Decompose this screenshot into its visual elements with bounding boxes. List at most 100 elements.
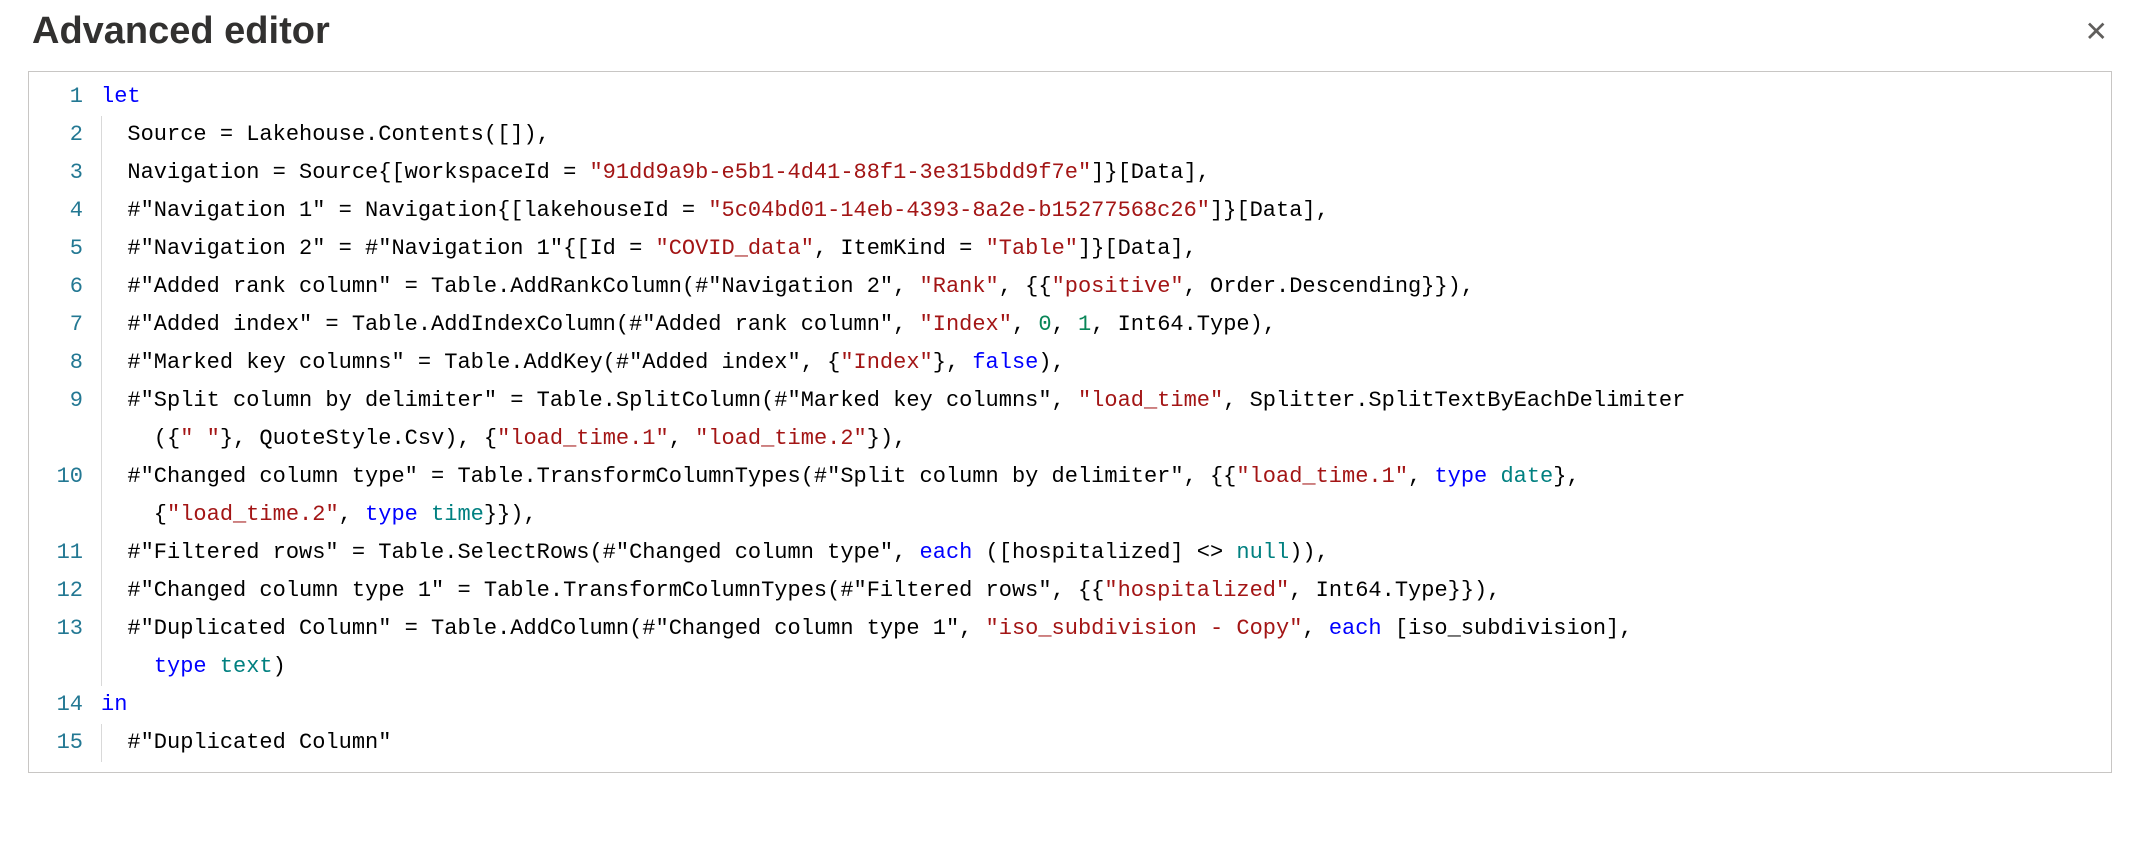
string-literal: "load_time"	[1078, 388, 1223, 413]
code-line[interactable]: let	[101, 78, 2101, 116]
string-literal: "Table"	[986, 236, 1078, 261]
string-literal: "5c04bd01-14eb-4393-8a2e-b15277568c26"	[708, 198, 1210, 223]
code-text: #"Duplicated Column" = Table.AddColumn(#…	[101, 616, 986, 641]
line-number: 2	[41, 116, 83, 154]
code-line[interactable]: #"Marked key columns" = Table.AddKey(#"A…	[101, 344, 2101, 382]
code-text: #"Duplicated Column"	[101, 730, 391, 755]
code-line[interactable]: #"Navigation 2" = #"Navigation 1"{[Id = …	[101, 230, 2101, 268]
line-number: 4	[41, 192, 83, 230]
code-text: #"Filtered rows" = Table.SelectRows(#"Ch…	[101, 540, 920, 565]
number-literal: 0	[1038, 312, 1051, 337]
code-text: )),	[1289, 540, 1329, 565]
code-text: #"Added index" = Table.AddIndexColumn(#"…	[101, 312, 920, 337]
keyword-each: each	[920, 540, 973, 565]
code-line-wrap[interactable]: type text)	[101, 648, 2101, 686]
code-line-wrap[interactable]: {"load_time.2", type time}}),	[101, 496, 2101, 534]
code-line[interactable]: Navigation = Source{[workspaceId = "91dd…	[101, 154, 2101, 192]
code-line[interactable]: #"Navigation 1" = Navigation{[lakehouseI…	[101, 192, 2101, 230]
code-content[interactable]: let Source = Lakehouse.Contents([]), Nav…	[101, 78, 2111, 762]
code-text: ]}[Data],	[1078, 236, 1197, 261]
line-number: 12	[41, 572, 83, 610]
code-text	[207, 654, 220, 679]
line-number: 10	[41, 458, 83, 496]
code-text: , ItemKind =	[814, 236, 986, 261]
line-number: 5	[41, 230, 83, 268]
type-keyword: date	[1500, 464, 1553, 489]
keyword-let: let	[101, 84, 141, 109]
code-text: ,	[1012, 312, 1038, 337]
string-literal: "Index"	[920, 312, 1012, 337]
header-bar: Advanced editor ✕	[0, 0, 2140, 71]
code-text: , Splitter.SplitTextByEachDelimiter	[1223, 388, 1685, 413]
code-text	[101, 654, 154, 679]
line-number: 6	[41, 268, 83, 306]
line-number: 15	[41, 724, 83, 762]
close-icon[interactable]: ✕	[2071, 14, 2108, 50]
code-line[interactable]: in	[101, 686, 2101, 724]
code-text: #"Changed column type" = Table.Transform…	[101, 464, 1236, 489]
string-literal: "load_time.2"	[695, 426, 867, 451]
code-text: #"Marked key columns" = Table.AddKey(#"A…	[101, 350, 840, 375]
code-text	[418, 502, 431, 527]
line-number-gutter: 1 2 3 4 5 6 7 8 9 10 11 12 13 14 15	[29, 78, 101, 762]
line-number	[41, 420, 83, 458]
code-line[interactable]: #"Split column by delimiter" = Table.Spl…	[101, 382, 2101, 420]
string-literal: "hospitalized"	[1104, 578, 1289, 603]
string-literal: "positive"	[1052, 274, 1184, 299]
keyword-in: in	[101, 692, 127, 717]
code-text: },	[1553, 464, 1593, 489]
code-line[interactable]: #"Duplicated Column"	[101, 724, 2101, 762]
code-text: ({	[101, 426, 180, 451]
line-number: 9	[41, 382, 83, 420]
code-text: , Order.Descending}}),	[1184, 274, 1474, 299]
code-text: #"Split column by delimiter" = Table.Spl…	[101, 388, 1078, 413]
code-text: ,	[1052, 312, 1078, 337]
code-line[interactable]: #"Added rank column" = Table.AddRankColu…	[101, 268, 2101, 306]
code-text: ([hospitalized] <>	[972, 540, 1236, 565]
code-text: },	[933, 350, 973, 375]
code-text: , Int64.Type}}),	[1289, 578, 1500, 603]
code-text: #"Navigation 2" = #"Navigation 1"{[Id =	[101, 236, 656, 261]
code-line[interactable]: #"Filtered rows" = Table.SelectRows(#"Ch…	[101, 534, 2101, 572]
code-text: [iso_subdivision],	[1382, 616, 1646, 641]
code-text: , Int64.Type),	[1091, 312, 1276, 337]
string-literal: "load_time.1"	[1236, 464, 1408, 489]
code-line[interactable]: Source = Lakehouse.Contents([]),	[101, 116, 2101, 154]
code-line[interactable]: #"Duplicated Column" = Table.AddColumn(#…	[101, 610, 2101, 648]
string-literal: "91dd9a9b-e5b1-4d41-88f1-3e315bdd9f7e"	[589, 160, 1091, 185]
code-line[interactable]: #"Changed column type 1" = Table.Transfo…	[101, 572, 2101, 610]
code-line[interactable]: #"Added index" = Table.AddIndexColumn(#"…	[101, 306, 2101, 344]
line-number: 7	[41, 306, 83, 344]
code-text: )	[273, 654, 286, 679]
number-literal: 1	[1078, 312, 1091, 337]
line-number: 8	[41, 344, 83, 382]
keyword-null: null	[1236, 540, 1289, 565]
code-text: Source = Lakehouse.Contents([]),	[101, 122, 550, 147]
code-text: ]}[Data],	[1091, 160, 1210, 185]
string-literal: "COVID_data"	[656, 236, 814, 261]
line-number: 11	[41, 534, 83, 572]
code-text: }}),	[484, 502, 537, 527]
type-keyword: time	[431, 502, 484, 527]
code-editor[interactable]: 1 2 3 4 5 6 7 8 9 10 11 12 13 14 15 let …	[28, 71, 2112, 773]
code-text: ,	[1302, 616, 1328, 641]
code-line-wrap[interactable]: ({" "}, QuoteStyle.Csv), {"load_time.1",…	[101, 420, 2101, 458]
code-text: }, QuoteStyle.Csv), {	[220, 426, 497, 451]
code-text: ,	[669, 426, 695, 451]
keyword-type: type	[154, 654, 207, 679]
code-text: {	[101, 502, 167, 527]
string-literal: "Rank"	[920, 274, 999, 299]
string-literal: " "	[180, 426, 220, 451]
code-text: ),	[1038, 350, 1064, 375]
line-number: 13	[41, 610, 83, 648]
line-number: 1	[41, 78, 83, 116]
code-text: Navigation = Source{[workspaceId =	[101, 160, 589, 185]
string-literal: "load_time.1"	[497, 426, 669, 451]
code-text: }),	[867, 426, 907, 451]
string-literal: "Index"	[840, 350, 932, 375]
code-text: ]}[Data],	[1210, 198, 1329, 223]
type-keyword: text	[220, 654, 273, 679]
code-line[interactable]: #"Changed column type" = Table.Transform…	[101, 458, 2101, 496]
code-text: #"Navigation 1" = Navigation{[lakehouseI…	[101, 198, 708, 223]
code-text: #"Changed column type 1" = Table.Transfo…	[101, 578, 1104, 603]
